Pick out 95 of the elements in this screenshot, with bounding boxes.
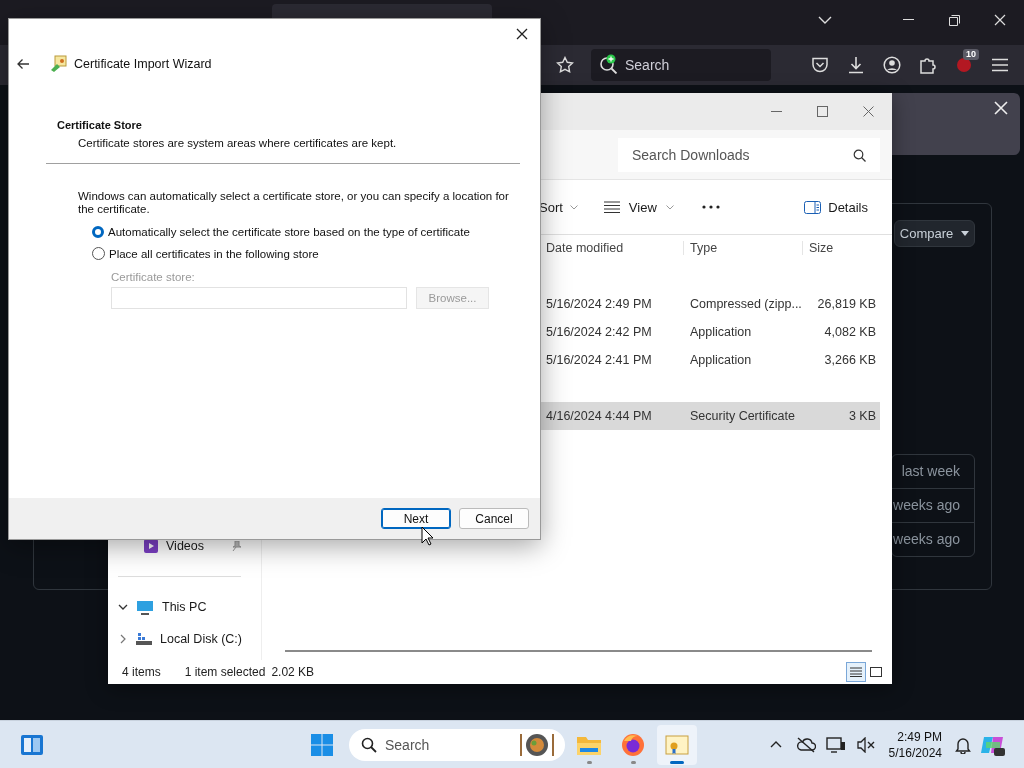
selection-status: 1 item selected bbox=[184, 665, 266, 679]
instructions-text: Windows can automatically select a certificate store, or you can specify a location for the certificate. bbox=[78, 190, 510, 216]
close-icon bbox=[516, 28, 528, 40]
close-icon bbox=[994, 14, 1006, 26]
minimize-icon bbox=[770, 110, 782, 113]
certificate-app-button[interactable] bbox=[657, 724, 697, 765]
details-pane-button[interactable]: Details bbox=[804, 192, 868, 222]
date-cell-text: 5/16/2024 2:41 PM bbox=[545, 353, 653, 367]
active-indicator bbox=[670, 760, 684, 764]
selection-size: 2.02 KB bbox=[271, 665, 315, 679]
size-cell-text: 3 KB bbox=[847, 409, 877, 423]
column-header[interactable]: Size bbox=[803, 240, 880, 255]
download-icon bbox=[847, 56, 865, 74]
clock-button[interactable]: 2:49 PM 5/16/2024 bbox=[888, 728, 942, 761]
size-cell-text: 3,266 KB bbox=[823, 353, 877, 367]
size-cell-text: 26,819 KB bbox=[816, 297, 877, 311]
search-field[interactable]: Search Downloads bbox=[618, 137, 880, 172]
size-cell-text: 4,082 KB bbox=[823, 325, 877, 339]
chevron-up-icon bbox=[769, 741, 782, 748]
windows-logo-icon bbox=[310, 732, 334, 757]
close-icon[interactable] bbox=[994, 101, 1008, 115]
caret-icon bbox=[961, 231, 970, 236]
date-cell-text: 4/16/2024 4:44 PM bbox=[545, 409, 653, 423]
radio-button[interactable] bbox=[92, 247, 105, 260]
item-count: 4 items bbox=[122, 665, 161, 679]
radio-option[interactable]: Place all certificates in the following store bbox=[92, 247, 540, 260]
extension-icon bbox=[956, 57, 972, 73]
type-cell-text: Application bbox=[689, 353, 753, 367]
search-field[interactable]: Search bbox=[591, 49, 771, 81]
account-icon bbox=[883, 56, 901, 74]
star-icon bbox=[556, 56, 574, 74]
menu-icon bbox=[992, 58, 1008, 72]
section-heading: Certificate Store bbox=[57, 119, 143, 131]
bell-icon bbox=[955, 735, 971, 754]
compare-button[interactable]: Compare bbox=[894, 220, 975, 247]
details-view-button[interactable] bbox=[846, 662, 866, 682]
field-label: Certificate store: bbox=[111, 271, 196, 283]
notification-badge: 10 bbox=[963, 49, 979, 60]
cloud-off-icon bbox=[795, 736, 816, 753]
close-icon bbox=[862, 106, 874, 117]
search-icon bbox=[853, 148, 866, 162]
chevron-down-icon bbox=[569, 204, 578, 210]
list-item[interactable]: last week bbox=[892, 455, 974, 488]
dialog-title: Certificate Import Wizard bbox=[74, 57, 212, 71]
computer-icon bbox=[136, 599, 154, 615]
nav-item[interactable]: This PC bbox=[108, 591, 255, 623]
certificate-icon bbox=[50, 55, 68, 73]
minimize-icon bbox=[902, 19, 914, 21]
taskbar-search-field[interactable]: Search bbox=[349, 728, 565, 761]
chevron-right-icon[interactable] bbox=[118, 634, 128, 644]
monitor-icon bbox=[825, 735, 846, 754]
type-cell-text: Security Certificate bbox=[689, 409, 796, 423]
file-row[interactable]: 5/16/2024 2:49 PM Compressed (zipp... 26,819 KB bbox=[540, 290, 880, 318]
details-pane-icon bbox=[804, 200, 822, 214]
running-indicator bbox=[586, 760, 592, 764]
cancel-button[interactable]: Cancel bbox=[459, 508, 529, 529]
chevron-down-icon bbox=[818, 16, 832, 24]
radio-button[interactable] bbox=[92, 226, 104, 238]
extension-button[interactable]: 10 bbox=[946, 49, 982, 81]
pocket-icon bbox=[811, 57, 829, 73]
list-view-icon bbox=[603, 201, 620, 213]
column-header[interactable]: Type bbox=[684, 240, 803, 255]
speaker-muted-icon bbox=[856, 736, 875, 753]
search-icon bbox=[599, 54, 619, 74]
running-indicator bbox=[630, 760, 636, 764]
radio-option[interactable]: Automatically select the certificate store based on the type of certificate bbox=[92, 226, 540, 238]
date-cell-text: 5/16/2024 2:42 PM bbox=[545, 325, 653, 339]
back-arrow-icon bbox=[16, 58, 30, 70]
next-button[interactable]: Next bbox=[381, 508, 451, 529]
certificate-icon bbox=[665, 733, 689, 756]
nav-item[interactable]: Local Disk (C:) bbox=[108, 623, 255, 655]
browser-icon bbox=[621, 732, 645, 757]
search-icon bbox=[361, 736, 377, 753]
section-description: Certificate stores are system areas where certificates are kept. bbox=[78, 137, 398, 149]
food-icon bbox=[517, 731, 557, 758]
chevron-down-icon bbox=[665, 204, 674, 210]
view-button[interactable]: View bbox=[603, 192, 674, 222]
maximize-icon bbox=[816, 106, 828, 117]
clock-date: 5/16/2024 bbox=[888, 744, 942, 761]
file-row[interactable]: 4/16/2024 4:44 PM Security Certificate 3 KB bbox=[540, 402, 880, 430]
file-row[interactable]: 5/16/2024 2:41 PM Application 3,266 KB bbox=[540, 346, 880, 374]
restore-icon bbox=[948, 14, 960, 26]
type-cell-text: Application bbox=[689, 325, 753, 339]
preview-view-icon bbox=[870, 667, 882, 677]
scrollbar[interactable] bbox=[285, 650, 872, 652]
chevron-down-icon[interactable] bbox=[118, 602, 128, 612]
date-cell-text: 5/16/2024 2:49 PM bbox=[545, 297, 653, 311]
puzzle-icon bbox=[919, 56, 937, 74]
widgets-icon bbox=[20, 732, 44, 757]
type-cell-text: Compressed (zipp... bbox=[689, 297, 803, 311]
file-row[interactable]: 5/16/2024 2:42 PM Application 4,082 KB bbox=[540, 318, 880, 346]
more-icon bbox=[701, 205, 720, 209]
clock-time: 2:49 PM bbox=[897, 728, 942, 745]
details-view-icon bbox=[850, 667, 862, 677]
drive-icon bbox=[136, 632, 152, 646]
